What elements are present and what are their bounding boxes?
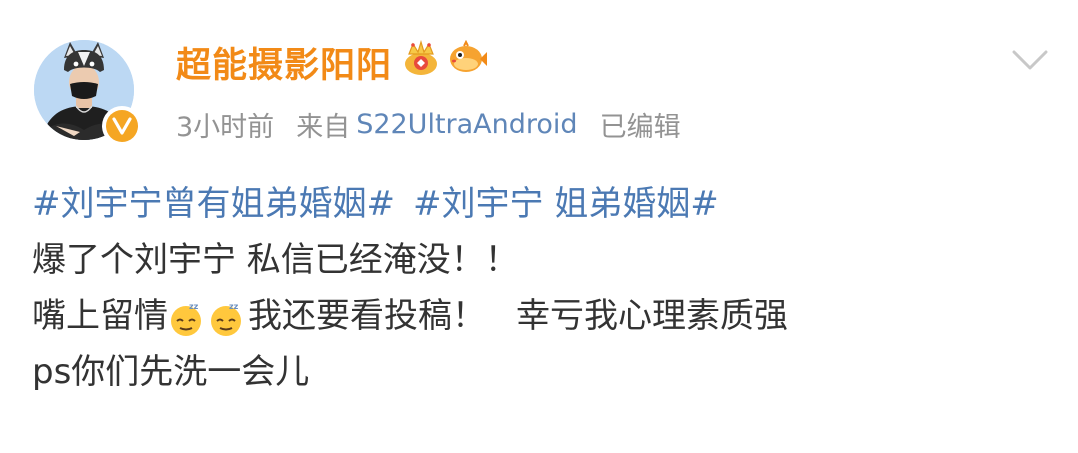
post-text: ps你们先洗一会儿 (32, 352, 310, 392)
post-meta: 3小时前 来自 S22UltraAndroid 已编辑 (176, 104, 681, 144)
pufferfish-badge-icon[interactable] (446, 39, 488, 85)
post-text-line: 嘴上留情 zz zz 我还要看投稿！ 幸亏我心理素质强 (32, 288, 1052, 344)
sleepy-face-emoji-icon: zz (208, 298, 244, 336)
svg-text:zz: zz (229, 302, 239, 311)
post-text: 幸亏我心理素质强 (516, 296, 788, 336)
topics-line: #刘宇宁曾有姐弟婚姻# #刘宇宁 姐弟婚姻# (32, 176, 1052, 232)
post-time[interactable]: 3小时前 (176, 105, 274, 144)
post-text: 嘴上留情 (32, 296, 168, 336)
crown-badge-icon[interactable] (402, 39, 440, 85)
more-options-chevron-down-icon[interactable] (1008, 42, 1052, 78)
author-name[interactable]: 超能摄影阳阳 (176, 38, 488, 86)
post-text-line: 爆了个刘宇宁 私信已经淹没！！ (32, 232, 1052, 288)
post-text: 爆了个刘宇宁 私信已经淹没！！ (32, 240, 519, 280)
post-text: 我还要看投稿！ (248, 296, 486, 336)
verified-badge-icon (102, 106, 142, 146)
author-name-text[interactable]: 超能摄影阳阳 (176, 37, 392, 88)
edited-label[interactable]: 已编辑 (600, 105, 681, 144)
post-text-line: ps你们先洗一会儿 (32, 344, 1052, 400)
source-device-link[interactable]: S22UltraAndroid (356, 109, 577, 140)
topic-link[interactable]: #刘宇宁 姐弟婚姻# (413, 176, 719, 232)
source-prefix: 来自 (296, 111, 351, 143)
post-content: #刘宇宁曾有姐弟婚姻# #刘宇宁 姐弟婚姻# 爆了个刘宇宁 私信已经淹没！！ 嘴… (32, 176, 1052, 400)
topic-link[interactable]: #刘宇宁曾有姐弟婚姻# (32, 176, 395, 232)
svg-text:zz: zz (189, 302, 199, 311)
sleepy-face-emoji-icon: zz (168, 298, 204, 336)
author-avatar[interactable] (34, 40, 142, 148)
